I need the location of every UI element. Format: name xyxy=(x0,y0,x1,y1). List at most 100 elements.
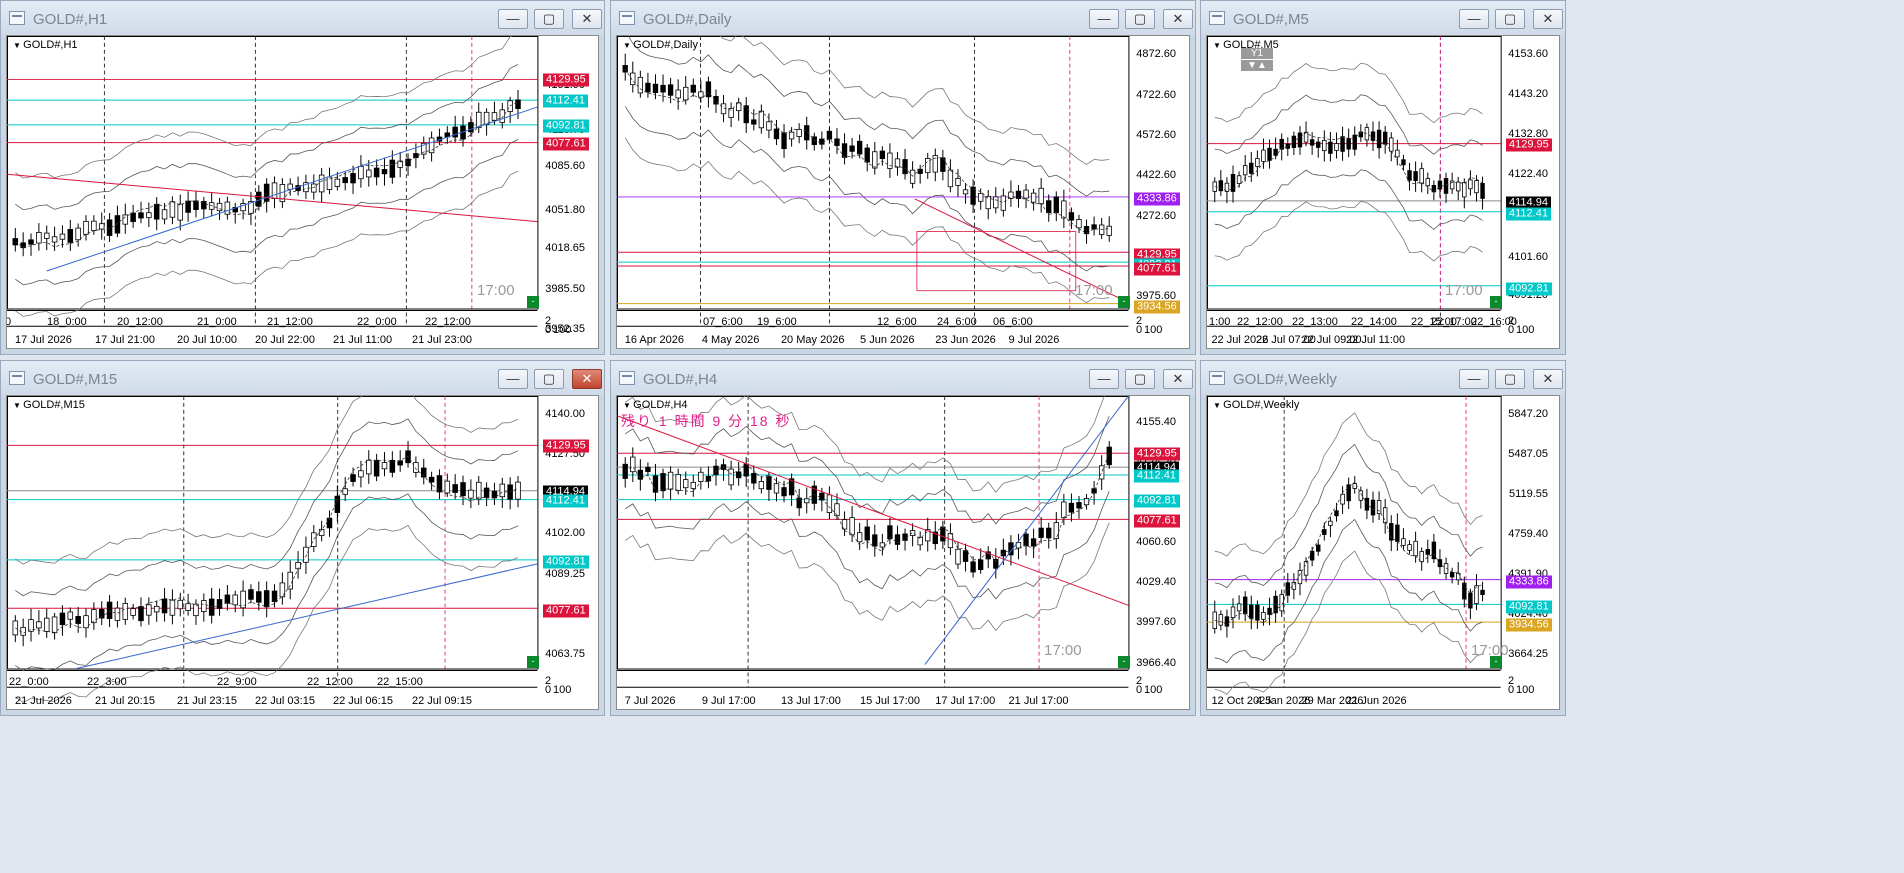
window-titlebar[interactable]: GOLD#,M15 — ▢ ✕ xyxy=(1,361,604,395)
price-level-badge: 4092.81 xyxy=(1134,494,1180,508)
time-axis-label: 16 Apr 2026 xyxy=(624,334,685,346)
price-level-badge: 4129.95 xyxy=(543,73,589,87)
maximize-button[interactable]: ▢ xyxy=(1125,369,1155,389)
chart-plot[interactable] xyxy=(7,36,598,348)
trade-level-icon[interactable]: - xyxy=(527,296,539,308)
session-label: 0 xyxy=(7,316,11,328)
price-level-badge: 3934.56 xyxy=(1506,618,1552,632)
price-axis-label: 4722.60 xyxy=(1136,89,1176,101)
chart-canvas[interactable]: GOLD#,H14151.904118.754085.604051.804018… xyxy=(6,35,599,349)
close-button[interactable]: ✕ xyxy=(1533,9,1563,29)
close-button[interactable]: ✕ xyxy=(1163,369,1193,389)
window-title: GOLD#,Weekly xyxy=(1233,371,1337,388)
price-axis-label: 4872.60 xyxy=(1136,48,1176,60)
window-titlebar[interactable]: GOLD#,H1 — ▢ ✕ xyxy=(1,1,604,35)
time-axis-label: 21 Jul 11:00 xyxy=(333,334,393,346)
indicator-scale-right: 100 xyxy=(553,324,572,336)
indicator-scale-bottom: 0 xyxy=(545,324,552,336)
maximize-button[interactable]: ▢ xyxy=(1125,9,1155,29)
price-axis-label: 4089.25 xyxy=(545,568,585,580)
chart-window-m5[interactable]: GOLD#,M5—▢✕GOLD#,M5Y1▼▲4153.604143.20413… xyxy=(1200,0,1566,355)
chart-canvas[interactable]: GOLD#,H4残り 1 時間 9 分 18 秒4155.404124.2040… xyxy=(616,395,1190,710)
session-label: 1:00 xyxy=(1209,316,1231,328)
time-axis-label: 21 Jul 2026 xyxy=(15,695,72,707)
price-level-badge: 4077.61 xyxy=(543,137,589,151)
window-titlebar[interactable]: GOLD#,Daily — ▢ ✕ xyxy=(611,1,1195,35)
window-titlebar[interactable]: GOLD#,Weekly — ▢ ✕ xyxy=(1201,361,1565,395)
chart-plot[interactable] xyxy=(1207,36,1559,348)
close-button[interactable]: ✕ xyxy=(1533,369,1563,389)
chart-window-h1[interactable]: GOLD#,H1—▢✕GOLD#,H14151.904118.754085.60… xyxy=(0,0,605,355)
price-axis-label: 4029.40 xyxy=(1136,576,1176,588)
maximize-button[interactable]: ▢ xyxy=(534,369,564,389)
price-level-badge: 4112.41 xyxy=(1134,469,1179,483)
price-level-badge: 4077.61 xyxy=(1134,262,1180,276)
price-level-badge: 4077.61 xyxy=(543,604,589,618)
price-axis-label: 3997.60 xyxy=(1136,616,1176,628)
session-label: 22_13:00 xyxy=(1292,316,1338,328)
window-title: GOLD#,M5 xyxy=(1233,11,1309,28)
price-level-badge: 4077.61 xyxy=(1134,514,1180,528)
session-label: 22_3:00 xyxy=(87,676,127,688)
price-axis-label: 4051.80 xyxy=(545,204,585,216)
trade-level-icon[interactable]: - xyxy=(1118,296,1130,308)
minimize-button[interactable]: — xyxy=(1459,9,1489,29)
trade-level-icon[interactable]: - xyxy=(1118,656,1130,668)
trade-level-icon[interactable]: - xyxy=(527,656,539,668)
price-level-badge: 4092.81 xyxy=(1506,600,1552,614)
session-label: 19_6:00 xyxy=(757,316,797,328)
price-axis-label: 4572.60 xyxy=(1136,129,1176,141)
chart-plot[interactable] xyxy=(617,396,1189,709)
minimize-button[interactable]: — xyxy=(498,9,528,29)
chart-plot[interactable] xyxy=(7,396,598,709)
price-axis-label: 4122.40 xyxy=(1508,168,1548,180)
chart-window-icon xyxy=(1209,11,1225,25)
chart-canvas[interactable]: GOLD#,Daily 4872.60 4722.60 4572.60 4422.60 4… xyxy=(616,35,1190,349)
chart-window-weekly[interactable]: GOLD#,Weekly — ▢ ✕ GOLD#,Weekly 5847.20 5487.0… xyxy=(1200,360,1566,716)
price-axis-label: 4018.65 xyxy=(545,242,585,254)
price-level-badge: 4129.95 xyxy=(1506,138,1552,152)
session-label: 07_6:00 xyxy=(703,316,743,328)
time-axis-label: 20 Jul 10:00 xyxy=(177,334,237,346)
price-level-badge: 4112.41 xyxy=(543,494,588,508)
price-axis-label: 4085.60 xyxy=(545,160,585,172)
minimize-button[interactable]: — xyxy=(1089,369,1119,389)
minimize-button[interactable]: — xyxy=(498,369,528,389)
chart-plot[interactable] xyxy=(617,36,1189,348)
price-axis-label: 4101.60 xyxy=(1508,251,1548,263)
time-axis-label: 4 May 2026 xyxy=(701,334,760,346)
trade-level-icon[interactable]: - xyxy=(1490,296,1502,308)
price-axis-label: 3985.50 xyxy=(545,283,585,295)
price-axis-label: 4153.60 xyxy=(1508,48,1548,60)
time-axis-label: 21 Jul 23:00 xyxy=(412,334,472,346)
indicator-scale-right: 100 xyxy=(1144,324,1163,336)
trade-level-icon[interactable]: - xyxy=(1490,656,1502,668)
chart-canvas[interactable]: GOLD#,M154140.004127.504102.004089.25406… xyxy=(6,395,599,710)
price-level-badge: 4092.81 xyxy=(1506,282,1552,296)
window-title: GOLD#,Daily xyxy=(643,11,732,28)
window-titlebar[interactable]: GOLD#,M5 — ▢ ✕ xyxy=(1201,1,1565,35)
chart-canvas[interactable]: GOLD#,Weekly 5847.20 5487.05 5119.55 4759.40… xyxy=(1206,395,1560,710)
close-button[interactable]: ✕ xyxy=(572,369,602,389)
maximize-button[interactable]: ▢ xyxy=(1495,369,1525,389)
session-label: 22_12:00 xyxy=(307,676,353,688)
time-axis-label: 17 Jul 21:00 xyxy=(95,334,155,346)
one-click-panel[interactable]: Y1 ▼▲ xyxy=(1241,48,1273,72)
chart-window-icon xyxy=(619,371,635,385)
maximize-button[interactable]: ▢ xyxy=(534,9,564,29)
chart-window-m15[interactable]: GOLD#,M15—▢✕GOLD#,M154140.004127.504102.… xyxy=(0,360,605,716)
maximize-button[interactable]: ▢ xyxy=(1495,9,1525,29)
chart-window-h4[interactable]: GOLD#,H4 — ▢ ✕ GOLD#,H4 残り 1 時間 9 分 18 秒 4155.… xyxy=(610,360,1196,716)
price-level-badge: 4129.95 xyxy=(543,439,589,453)
price-level-badge: 3934.56 xyxy=(1134,300,1180,314)
close-button[interactable]: ✕ xyxy=(1163,9,1193,29)
arrow-up-down-icon[interactable]: ▼▲ xyxy=(1241,60,1273,71)
chart-canvas[interactable]: GOLD#,M5Y1▼▲4153.604143.204132.804122.40… xyxy=(1206,35,1560,349)
chart-plot[interactable] xyxy=(1207,396,1559,709)
minimize-button[interactable]: — xyxy=(1089,9,1119,29)
window-titlebar[interactable]: GOLD#,H4 — ▢ ✕ xyxy=(611,361,1195,395)
minimize-button[interactable]: — xyxy=(1459,369,1489,389)
chart-window-daily[interactable]: GOLD#,Daily — ▢ ✕ GOLD#,Daily 4872.60 4722.60 4… xyxy=(610,0,1196,355)
close-button[interactable]: ✕ xyxy=(572,9,602,29)
time-axis-label: 21 Jun 2026 xyxy=(1346,695,1407,707)
